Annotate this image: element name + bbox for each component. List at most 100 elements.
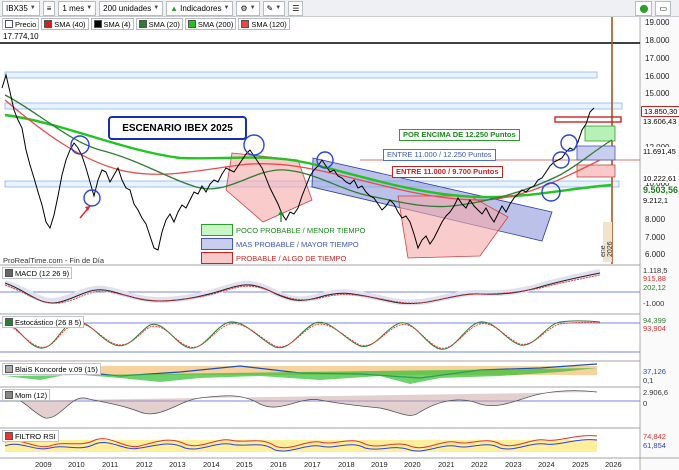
scenario-title[interactable]: ESCENARIO IBEX 2025 (108, 116, 247, 140)
key-green[interactable]: POCO PROBABLE / MENOR TIEMPO (201, 224, 365, 236)
price-tick: 16.000 (645, 72, 670, 81)
panel-header-stoch[interactable]: Estocástico (26 8 5) (2, 316, 85, 328)
year-tick: 2014 (203, 460, 220, 469)
panel-header-mom[interactable]: Mom (12) (2, 389, 51, 401)
mom-swatch (5, 391, 13, 399)
year-tick: 2015 (236, 460, 253, 469)
units-selector[interactable]: 200 unidades ▼ (99, 0, 164, 16)
annotation-range2[interactable]: ENTRE 11.000 / 9.700 Puntos (392, 166, 503, 178)
pencil-icon: ✎ (266, 3, 274, 13)
source-label: ProRealTime.com - Fin de Día (3, 256, 105, 265)
year-tick: 2024 (538, 460, 555, 469)
symbol-label: IBX35 (6, 3, 28, 13)
drawing-tool-button[interactable]: ✎ ▼ (262, 0, 286, 16)
chevron-down-icon: ▼ (223, 5, 230, 11)
koncorde-value: 37,126 (643, 367, 666, 376)
annotation-vertical: ene 2026 (600, 241, 614, 257)
price-tick: 18.000 (645, 36, 670, 45)
year-tick: 2025 (572, 460, 589, 469)
window-icon: ▭ (659, 3, 667, 13)
menu-icon: ☰ (292, 3, 300, 13)
blue-zone-swatch (201, 238, 233, 250)
indicator-legend: Precio SMA (40) SMA (4) SMA (20) SMA (20… (2, 18, 290, 30)
toolbar: IBX35 ▼ ≡ 1 mes ▼ 200 unidades ▼ ▲ Indicador… (0, 0, 679, 17)
legend-sma40-label: SMA (40) (54, 19, 86, 29)
price-tick: 19.000 (645, 18, 670, 27)
year-tick: 2010 (68, 460, 85, 469)
annotation-range1[interactable]: ENTRE 11.000 / 12.250 Puntos (383, 149, 496, 161)
year-tick: 2023 (505, 460, 522, 469)
year-tick: 2012 (136, 460, 153, 469)
indicators-icon: ▲ (170, 3, 179, 13)
panel-header-koncorde[interactable]: BlaiS Koncorde v.09 (15) (2, 363, 101, 375)
koncorde-swatch (5, 365, 13, 373)
year-tick: 2022 (471, 460, 488, 469)
price-swatch (5, 20, 13, 28)
koncorde-label: BlaiS Koncorde v.09 (15) (15, 364, 98, 374)
menu-button[interactable]: ☰ (288, 0, 304, 16)
price-tag: 9.212,1 (641, 196, 671, 205)
price-tick: 8.000 (645, 215, 666, 224)
sma40-swatch (44, 20, 53, 28)
rsi-value: 74,842 (643, 432, 666, 441)
year-tick: 2021 (438, 460, 455, 469)
year-tick: 2013 (169, 460, 186, 469)
key-blue-label: MAS PROBABLE / MAYOR TIEMPO (236, 239, 359, 249)
sma20-swatch (138, 20, 147, 28)
legend-sma120[interactable]: SMA (120) (238, 18, 290, 30)
year-tick: 2018 (338, 460, 355, 469)
sma120-swatch (241, 20, 250, 28)
units-label: 200 unidades (103, 3, 152, 13)
legend-sma200[interactable]: SMA (200) (184, 18, 237, 30)
legend-sma120-label: SMA (120) (251, 19, 287, 29)
mom-value: 0 (643, 399, 648, 408)
legend-sma4[interactable]: SMA (4) (90, 18, 134, 30)
compare-button[interactable]: ≡ (42, 0, 56, 16)
macd-value: 202,12 (643, 283, 666, 292)
settings-button[interactable]: ⚙ ▼ (236, 0, 260, 16)
macd-value: 915,88 (643, 274, 666, 283)
key-red-label: PROBABLE / ALGO DE TIEMPO (236, 253, 347, 263)
year-tick: 2026 (605, 460, 622, 469)
macd-label: MACD (12 26 9) (15, 268, 70, 278)
chevron-down-icon: ▼ (249, 5, 256, 11)
key-green-label: POCO PROBABLE / MENOR TIEMPO (236, 225, 366, 235)
rsi-label: FILTRO RSI (15, 431, 56, 441)
price-tick: 6.000 (645, 250, 666, 259)
mom-label: Mom (12) (15, 390, 48, 400)
alert-button[interactable]: ⬤ (635, 0, 653, 16)
period-selector[interactable]: 1 mes ▼ (58, 0, 97, 16)
stoch-swatch (5, 318, 13, 326)
gear-icon: ⚙ (240, 3, 248, 13)
alert-icon: ⬤ (639, 3, 649, 13)
legend-sma20[interactable]: SMA (20) (135, 18, 183, 30)
symbol-selector[interactable]: IBX35 ▼ (2, 0, 40, 16)
chevron-down-icon: ▼ (153, 5, 160, 11)
indicators-button[interactable]: ▲ Indicadores ▼ (166, 0, 234, 16)
legend-price[interactable]: Precio (2, 18, 40, 30)
key-blue[interactable]: MAS PROBABLE / MAYOR TIEMPO (201, 238, 359, 250)
legend-sma4-label: SMA (4) (103, 19, 131, 29)
price-tick: 15.000 (645, 89, 670, 98)
year-tick: 2009 (35, 460, 52, 469)
panel-header-macd[interactable]: MACD (12 26 9) (2, 267, 73, 279)
price-tag: 10.222,61 (641, 174, 679, 183)
legend-sma40[interactable]: SMA (40) (41, 18, 89, 30)
price-tag: 9.503,56 (641, 185, 679, 195)
stoch-label: Estocástico (26 8 5) (15, 317, 82, 327)
window-button[interactable]: ▭ (655, 0, 671, 16)
price-tag: 13.606,43 (641, 117, 679, 126)
year-tick: 2011 (102, 460, 119, 469)
price-tick: 17.000 (645, 54, 670, 63)
legend-sma20-label: SMA (20) (148, 19, 180, 29)
chevron-down-icon: ▼ (86, 5, 93, 11)
year-tick: 2016 (270, 460, 287, 469)
panel-header-rsi[interactable]: FILTRO RSI (2, 430, 59, 442)
chevron-down-icon: ▼ (29, 5, 36, 11)
key-red[interactable]: PROBABLE / ALGO DE TIEMPO (201, 252, 346, 264)
compare-icon: ≡ (46, 3, 52, 13)
annotation-above[interactable]: POR ENCIMA DE 12.250 Puntos (399, 129, 520, 141)
last-price-tag: 13.850,30 (641, 106, 679, 117)
chevron-down-icon: ▼ (275, 5, 282, 11)
year-tick: 2020 (404, 460, 421, 469)
